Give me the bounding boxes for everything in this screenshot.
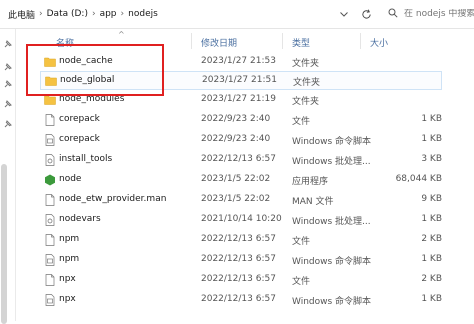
file-type: 文件	[292, 237, 311, 247]
file-row[interactable]: npm 2022/12/13 6:57 文件 2 KB	[40, 231, 442, 250]
file-modified: 2023/1/5 22:02	[201, 194, 271, 204]
file-modified: 2022/12/13 6:57	[201, 154, 276, 164]
file-modified: 2022/12/13 6:57	[201, 254, 276, 264]
file-name: node_etw_provider.man	[59, 194, 167, 204]
file-icon	[45, 194, 55, 206]
pin-icon[interactable]	[3, 99, 13, 109]
file-type: 文件夹	[292, 59, 320, 69]
node-app-icon	[45, 174, 55, 186]
column-divider[interactable]	[282, 33, 283, 49]
pin-icon[interactable]	[3, 79, 13, 89]
file-modified: 2022/9/23 2:40	[201, 134, 271, 144]
breadcrumb-this-pc[interactable]: 此电脑	[8, 8, 35, 21]
file-modified: 2023/1/27 21:53	[201, 56, 276, 66]
column-type[interactable]: 类型	[292, 36, 310, 49]
search-input[interactable]	[404, 9, 474, 19]
file-row[interactable]: corepack 2022/9/23 2:40 文件 1 KB	[40, 111, 442, 130]
file-modified: 2022/12/13 6:57	[201, 274, 276, 284]
chevron-down-icon[interactable]	[336, 3, 352, 25]
file-type: MAN 文件	[292, 197, 334, 207]
file-type: Windows 命令脚本	[292, 257, 372, 267]
script-file-icon	[45, 254, 55, 266]
breadcrumb-app[interactable]: app	[100, 9, 117, 19]
file-type: 文件夹	[292, 97, 320, 107]
file-type: 应用程序	[292, 177, 329, 187]
file-size: 1 KB	[421, 254, 442, 264]
file-size: 1 KB	[421, 134, 442, 144]
file-size: 1 KB	[421, 214, 442, 224]
file-row[interactable]: node 2023/1/5 22:02 应用程序 68,044 KB	[40, 171, 442, 190]
file-type: 文件夹	[293, 78, 321, 88]
file-name: npm	[59, 234, 80, 244]
file-row[interactable]: nodevars 2021/10/14 10:20 Windows 批处理...…	[40, 211, 442, 230]
pin-icon[interactable]	[3, 119, 13, 129]
file-modified: 2022/12/13 6:57	[201, 234, 276, 244]
batch-file-icon	[45, 154, 55, 166]
file-type: Windows 命令脚本	[292, 297, 372, 307]
refresh-icon[interactable]	[355, 3, 377, 25]
pin-icon[interactable]	[3, 39, 13, 49]
column-divider[interactable]	[360, 33, 361, 49]
file-name: nodevars	[59, 214, 101, 224]
script-file-icon	[45, 294, 55, 306]
file-modified: 2022/12/13 6:57	[201, 294, 276, 304]
annotation-highlight-box	[26, 44, 164, 96]
column-size[interactable]: 大小	[370, 36, 388, 49]
file-size: 68,044 KB	[395, 174, 442, 184]
file-modified: 2023/1/5 22:02	[201, 174, 271, 184]
file-size: 1 KB	[421, 114, 442, 124]
file-name: npm	[59, 254, 80, 264]
file-modified: 2023/1/27 21:51	[202, 75, 277, 85]
file-type: 文件	[292, 277, 311, 287]
file-icon	[45, 274, 55, 286]
column-modified[interactable]: 修改日期	[201, 36, 237, 49]
file-row[interactable]: npx 2022/12/13 6:57 文件 2 KB	[40, 271, 442, 290]
file-modified: 2021/10/14 10:20	[201, 214, 282, 224]
file-modified: 2022/9/23 2:40	[201, 114, 271, 124]
file-size: 2 KB	[421, 234, 442, 244]
file-size: 9 KB	[421, 194, 442, 204]
file-name: corepack	[59, 134, 100, 144]
file-name: node	[59, 174, 82, 184]
chevron-right-icon[interactable]: ›	[121, 9, 125, 19]
file-name: npx	[59, 274, 76, 284]
column-divider[interactable]	[191, 33, 192, 49]
file-row[interactable]: npx 2022/12/13 6:57 Windows 命令脚本 1 KB	[40, 291, 442, 310]
file-type: 文件	[292, 117, 311, 127]
breadcrumb-nodejs[interactable]: nodejs	[128, 9, 158, 19]
address-bar: 此电脑 › Data (D:) › app › nodejs	[0, 0, 474, 29]
scrollbar-thumb[interactable]	[1, 164, 7, 324]
file-row[interactable]: node_etw_provider.man 2023/1/5 22:02 MAN…	[40, 191, 442, 210]
file-row[interactable]: npm 2022/12/13 6:57 Windows 命令脚本 1 KB	[40, 251, 442, 270]
file-modified: 2023/1/27 21:19	[201, 94, 276, 104]
file-icon	[45, 114, 55, 126]
file-icon	[45, 234, 55, 246]
script-file-icon	[45, 134, 55, 146]
file-name: npx	[59, 294, 76, 304]
pin-icon[interactable]	[3, 62, 13, 72]
file-name: install_tools	[59, 154, 113, 164]
file-type: Windows 批处理...	[292, 157, 371, 167]
search-icon	[388, 8, 398, 21]
file-type: Windows 批处理...	[292, 217, 371, 227]
batch-file-icon	[45, 214, 55, 226]
file-size: 1 KB	[421, 294, 442, 304]
navigation-pane	[0, 29, 16, 324]
breadcrumb-data-drive[interactable]: Data (D:)	[47, 9, 88, 19]
file-name: corepack	[59, 114, 100, 124]
chevron-right-icon[interactable]: ›	[39, 9, 43, 19]
file-row[interactable]: corepack 2022/9/23 2:40 Windows 命令脚本 1 K…	[40, 131, 442, 150]
file-type: Windows 命令脚本	[292, 137, 372, 147]
search-box[interactable]	[382, 3, 474, 25]
breadcrumb[interactable]: 此电脑 › Data (D:) › app › nodejs	[2, 3, 366, 25]
chevron-right-icon[interactable]: ›	[92, 9, 96, 19]
file-size: 3 KB	[421, 154, 442, 164]
file-row[interactable]: install_tools 2022/12/13 6:57 Windows 批处…	[40, 151, 442, 170]
file-size: 2 KB	[421, 274, 442, 284]
